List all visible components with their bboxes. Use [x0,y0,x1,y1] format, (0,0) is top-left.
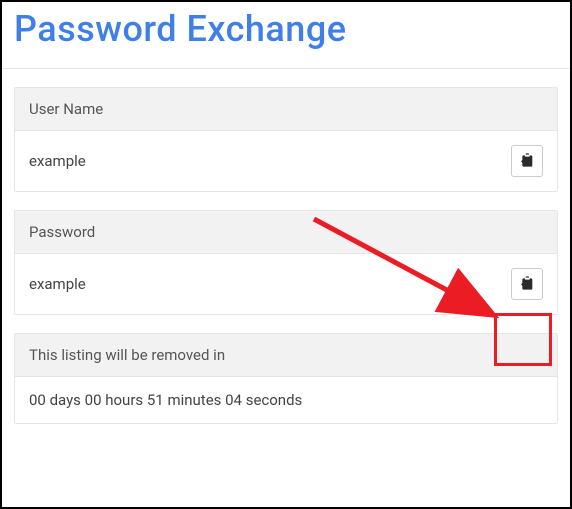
countdown-section: This listing will be removed in 00 days … [14,333,558,424]
password-body: example [15,254,557,314]
countdown-label: This listing will be removed in [15,334,557,377]
password-section: Password example [14,210,558,315]
username-label: User Name [15,88,557,131]
username-value: example [29,152,86,170]
countdown-value: 00 days 00 hours 51 minutes 04 seconds [15,377,557,423]
divider [2,68,570,69]
username-body: example [15,131,557,191]
copy-username-button[interactable] [511,145,543,177]
password-label: Password [15,211,557,254]
username-section: User Name example [14,87,558,192]
page-title: Password Exchange [2,2,570,68]
clipboard-icon [519,275,535,294]
clipboard-icon [519,152,535,171]
copy-password-button[interactable] [511,268,543,300]
password-value: example [29,275,86,293]
